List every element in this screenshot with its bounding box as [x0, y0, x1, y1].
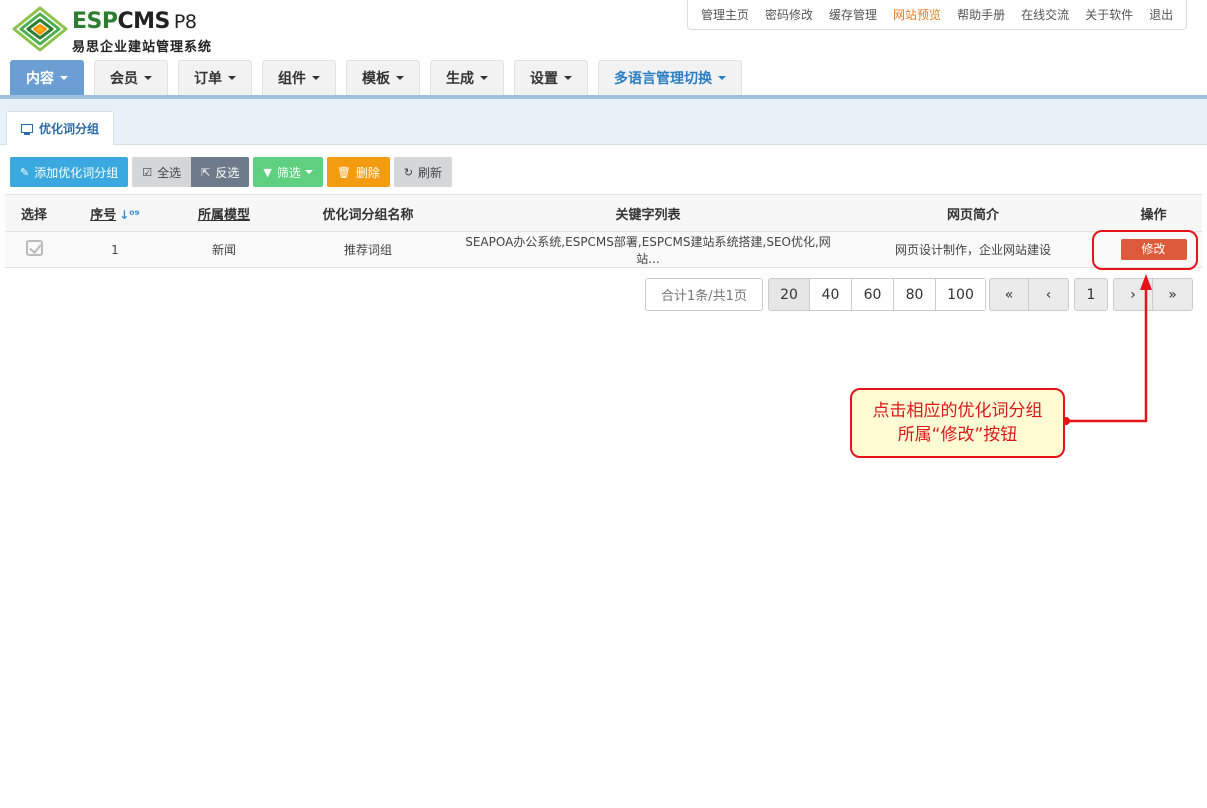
- annotation-callout: 点击相应的优化词分组 所属“修改”按钮: [850, 388, 1065, 458]
- annotation-line-1: 点击相应的优化词分组: [872, 401, 1043, 421]
- annotation-line-2: 所属“修改”按钮: [897, 425, 1018, 445]
